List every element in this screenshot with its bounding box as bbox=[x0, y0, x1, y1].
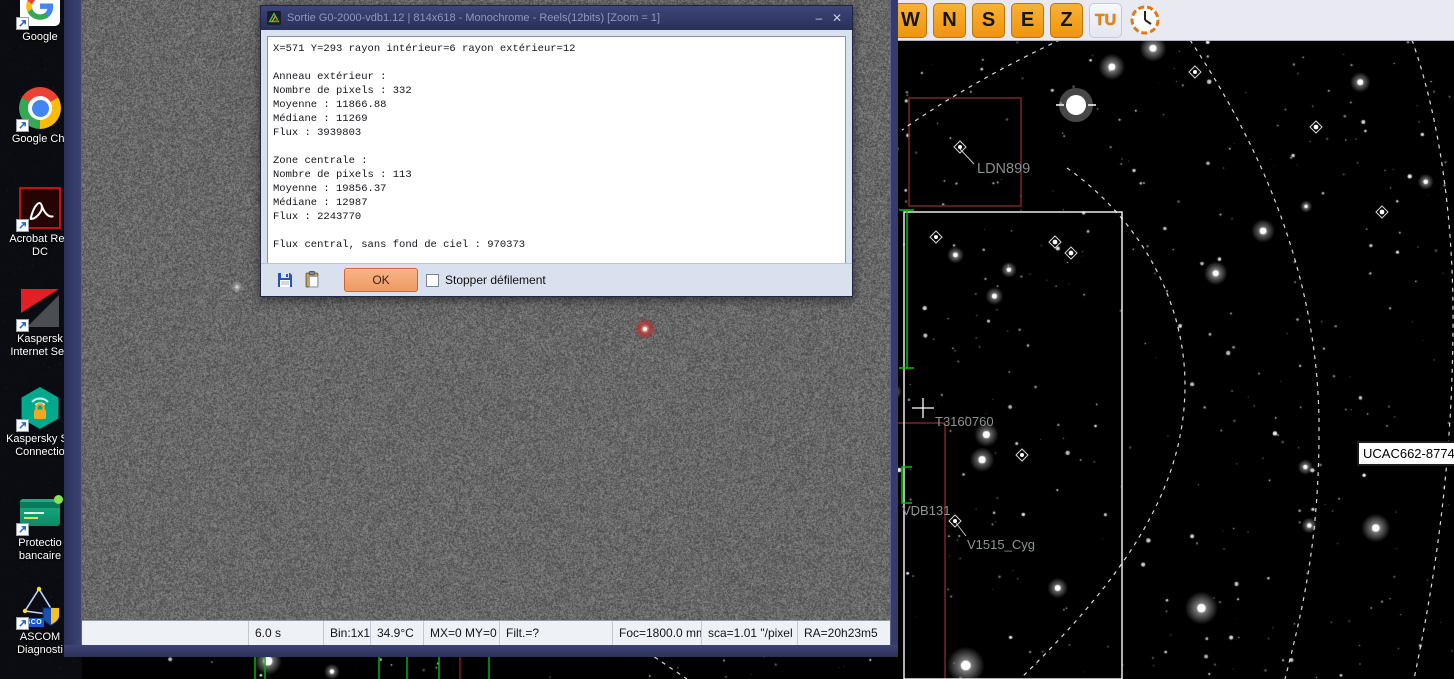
icon-label: ASCOM bbox=[20, 631, 60, 644]
save-icon[interactable] bbox=[277, 272, 293, 288]
close-icon[interactable]: ✕ bbox=[828, 11, 846, 25]
status-cell-scale: sca=1.01 "/pixel bbox=[702, 621, 798, 645]
dialog-button-row: OK Stopper défilement bbox=[261, 263, 852, 296]
photometry-report-area: X=571 Y=293 rayon intérieur=6 rayon exté… bbox=[267, 36, 846, 264]
window-border-bottom bbox=[64, 645, 898, 657]
ok-button[interactable]: OK bbox=[344, 268, 418, 292]
screen: LDN899 T3160760 VDB131 V1515_Cyg UCAC662… bbox=[0, 0, 1454, 679]
toolbar-button-north[interactable]: N bbox=[933, 3, 966, 38]
dialog-title-bar[interactable]: Sortie G0-2000-vdb1.12 | 814x618 - Monoc… bbox=[261, 6, 852, 30]
status-cell-binning: Bin:1x1 bbox=[324, 621, 371, 645]
icon-label: bancaire bbox=[19, 550, 61, 563]
toolbar-button-east[interactable]: E bbox=[1011, 3, 1044, 38]
toolbar-button-zenith[interactable]: Z bbox=[1050, 3, 1083, 38]
dialog-title: Sortie G0-2000-vdb1.12 | 814x618 - Monoc… bbox=[287, 12, 810, 24]
status-cell-empty bbox=[82, 621, 249, 645]
icon-label: DC bbox=[32, 246, 48, 259]
status-cell-filter: Filt.=? bbox=[500, 621, 613, 645]
shortcut-arrow-icon bbox=[16, 617, 29, 630]
prism-app-icon bbox=[267, 11, 281, 25]
shortcut-arrow-icon bbox=[16, 523, 29, 536]
toolbar-button-universal-time[interactable]: TU bbox=[1089, 3, 1122, 38]
status-bar: 6.0 s Bin:1x1 34.9°C MX=0 MY=0 Filt.=? F… bbox=[82, 620, 890, 645]
icon-label: Kaspersk bbox=[17, 333, 63, 346]
window-border-right bbox=[890, 0, 898, 657]
shortcut-arrow-icon bbox=[16, 319, 29, 332]
stop-scrolling-label: Stopper défilement bbox=[445, 273, 546, 287]
shortcut-arrow-icon bbox=[16, 219, 29, 232]
clock-icon bbox=[1129, 4, 1161, 36]
toolbar-button-west[interactable]: W bbox=[894, 3, 927, 38]
stop-scrolling-checkbox[interactable] bbox=[426, 274, 439, 287]
status-cell-mouse-xy: MX=0 MY=0 bbox=[424, 621, 500, 645]
icon-label: Google Chr bbox=[12, 133, 68, 146]
star-tooltip: UCAC662-87748 bbox=[1357, 441, 1454, 466]
icon-label: Internet Sec bbox=[10, 346, 69, 359]
window-border-left bbox=[64, 0, 82, 657]
status-cell-focal: Foc=1800.0 mm bbox=[613, 621, 702, 645]
icon-label: Diagnosti bbox=[17, 644, 63, 657]
toolbar-button-south[interactable]: S bbox=[972, 3, 1005, 38]
photometry-dialog: Sortie G0-2000-vdb1.12 | 814x618 - Monoc… bbox=[260, 5, 853, 297]
banking-protection-logo-icon bbox=[20, 499, 60, 526]
shortcut-arrow-icon bbox=[16, 419, 29, 432]
paste-icon[interactable] bbox=[304, 271, 321, 288]
clock-button[interactable] bbox=[1128, 3, 1162, 38]
shortcut-arrow-icon bbox=[16, 119, 29, 132]
icon-label: Acrobat Rea bbox=[9, 233, 70, 246]
icon-label: Google bbox=[22, 31, 57, 44]
status-cell-temperature: 34.9°C bbox=[371, 621, 424, 645]
status-cell-ra: RA=20h23m5 bbox=[798, 621, 890, 645]
shortcut-arrow-icon bbox=[16, 17, 29, 30]
starmap-toolbar: W N S E Z TU bbox=[893, 0, 1454, 41]
photometry-report-text: X=571 Y=293 rayon intérieur=6 rayon exté… bbox=[273, 42, 845, 252]
minimize-icon[interactable]: – bbox=[810, 11, 828, 25]
status-cell-exposure: 6.0 s bbox=[249, 621, 324, 645]
icon-label: Protectio bbox=[18, 537, 61, 550]
icon-label: Connectio bbox=[15, 446, 65, 459]
